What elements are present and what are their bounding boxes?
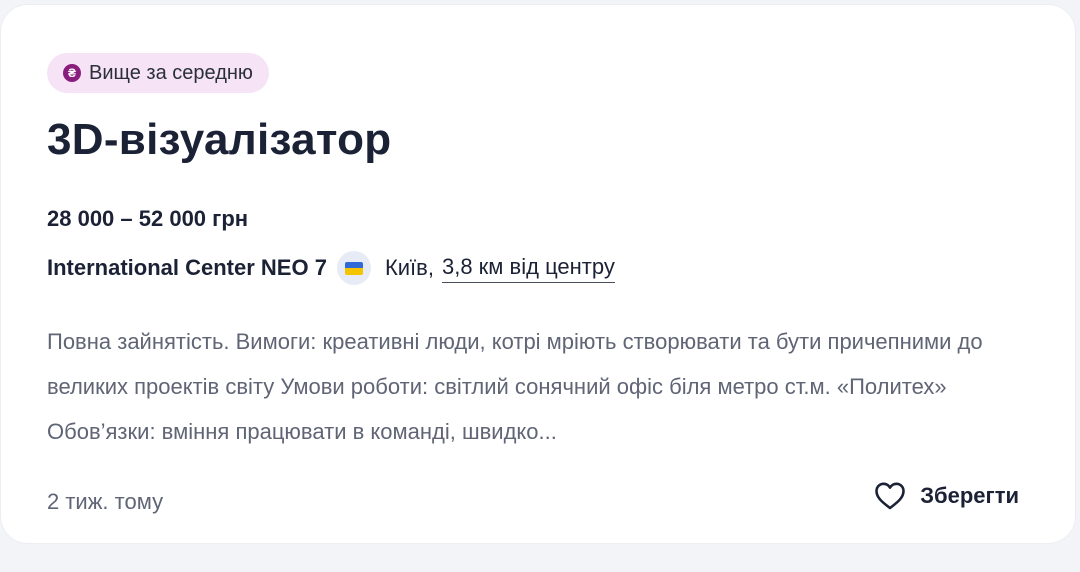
salary-badge-label: Вище за середню	[89, 61, 253, 84]
vacancy-card[interactable]: ₴ Вище за середню 3D-візуалізатор 28 000…	[0, 4, 1076, 544]
salary-badge: ₴ Вище за середню	[47, 53, 269, 93]
vacancy-title[interactable]: 3D-візуалізатор	[47, 115, 391, 165]
posted-time: 2 тиж. тому	[47, 489, 164, 514]
vacancy-description: Повна зайнятість. Вимоги: креативні люди…	[47, 329, 983, 444]
save-button-label: Зберегти	[920, 483, 1019, 508]
ukraine-flag-icon	[336, 251, 371, 285]
company-location-row: International Center NEO 7 Київ, 3,8 км …	[47, 251, 615, 285]
hryvnia-icon: ₴	[63, 64, 81, 82]
heart-icon	[875, 482, 906, 510]
salary-range: 28 000 – 52 000 грн	[47, 206, 249, 231]
save-button[interactable]: Зберегти	[874, 481, 1019, 511]
company-name: International Center NEO 7	[47, 255, 327, 280]
distance-link[interactable]: 3,8 км від центру	[441, 254, 615, 283]
city-name: Київ,	[384, 255, 434, 280]
